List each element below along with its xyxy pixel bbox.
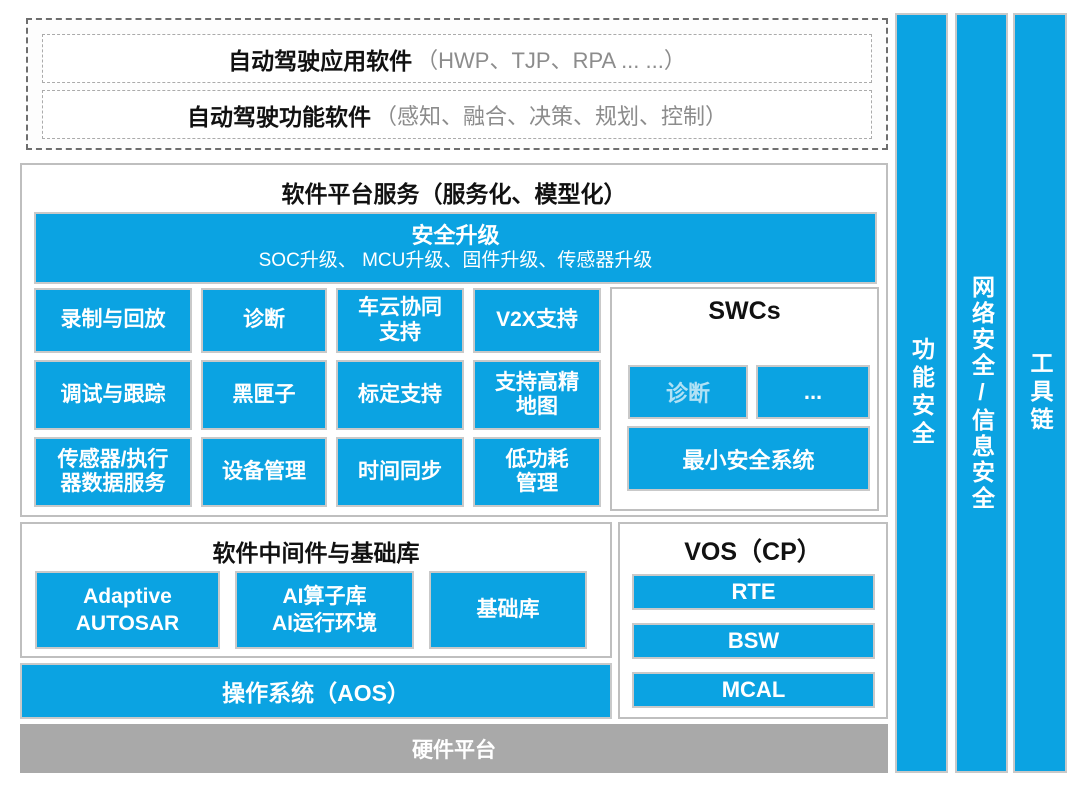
service-v2x-support: V2X支持 — [473, 288, 601, 353]
service-debug-trace: 调试与跟踪 — [34, 360, 192, 430]
service-black-box: 黑匣子 — [201, 360, 327, 430]
swcs-diagnosis-chip: 诊断 — [628, 365, 748, 419]
base-library-box: 基础库 — [429, 571, 587, 649]
service-record-replay: 录制与回放 — [34, 288, 192, 353]
security-upgrade-subtitle: SOC升级、 MCU升级、固件升级、传感器升级 — [259, 249, 653, 274]
vos-mcal-layer: MCAL — [632, 672, 875, 708]
security-upgrade-title: 安全升级 — [411, 222, 499, 250]
ai-operator-runtime-box: AI算子库 AI运行环境 — [235, 571, 414, 649]
function-software-row: 自动驾驶功能软件 （感知、融合、决策、规划、控制） — [42, 90, 872, 139]
vos-rte-layer: RTE — [632, 574, 875, 610]
autonomous-driving-app-layer: 自动驾驶应用软件 （HWP、TJP、RPA ... ...） 自动驾驶功能软件 … — [26, 18, 888, 150]
service-calibration: 标定支持 — [336, 360, 464, 430]
platform-services-title: 软件平台服务（服务化、模型化） — [22, 175, 886, 209]
security-upgrade-banner: 安全升级 SOC升级、 MCU升级、固件升级、传感器升级 — [34, 212, 877, 284]
service-vehicle-cloud: 车云协同 支持 — [336, 288, 464, 353]
app-software-row: 自动驾驶应用软件 （HWP、TJP、RPA ... ...） — [42, 34, 872, 83]
app-software-subtitle: （HWP、TJP、RPA ... ...） — [416, 43, 686, 75]
app-software-title: 自动驾驶应用软件 — [228, 42, 412, 76]
service-device-management: 设备管理 — [201, 437, 327, 507]
swcs-box: SWCs 诊断 ... 最小安全系统 — [610, 287, 879, 511]
pillar-network-information-security: 网络安全/信息安全 — [955, 13, 1008, 773]
os-aos-bar: 操作系统（AOS） — [20, 663, 612, 719]
service-diagnosis: 诊断 — [201, 288, 327, 353]
swcs-minimal-safety-system: 最小安全系统 — [627, 426, 870, 491]
vos-cp-title: VOS（CP） — [620, 532, 886, 568]
service-time-sync: 时间同步 — [336, 437, 464, 507]
swcs-more-chip: ... — [756, 365, 870, 419]
platform-services-box: 软件平台服务（服务化、模型化） 安全升级 SOC升级、 MCU升级、固件升级、传… — [20, 163, 888, 517]
pillar-functional-safety: 功能安全 — [895, 13, 948, 773]
vos-cp-box: VOS（CP） RTE BSW MCAL — [618, 522, 888, 719]
adaptive-autosar-box: Adaptive AUTOSAR — [35, 571, 220, 649]
service-sensor-actuator-data: 传感器/执行 器数据服务 — [34, 437, 192, 507]
vos-bsw-layer: BSW — [632, 623, 875, 659]
middleware-box: 软件中间件与基础库 Adaptive AUTOSAR AI算子库 AI运行环境 … — [20, 522, 612, 658]
function-software-subtitle: （感知、融合、决策、规划、控制） — [375, 99, 727, 131]
architecture-diagram: 自动驾驶应用软件 （HWP、TJP、RPA ... ...） 自动驾驶功能软件 … — [0, 0, 1080, 786]
services-grid: 录制与回放 诊断 车云协同 支持 V2X支持 调试与跟踪 黑匣子 标定支持 支持… — [34, 288, 601, 507]
swcs-diagnosis-label: 诊断 — [666, 376, 710, 408]
service-low-power-management: 低功耗 管理 — [473, 437, 601, 507]
swcs-title: SWCs — [612, 297, 877, 326]
hardware-platform-bar: 硬件平台 — [20, 724, 888, 773]
middleware-title: 软件中间件与基础库 — [22, 534, 610, 568]
service-hd-map-support: 支持高精 地图 — [473, 360, 601, 430]
pillar-toolchain: 工具链 — [1013, 13, 1067, 773]
function-software-title: 自动驾驶功能软件 — [187, 98, 371, 132]
